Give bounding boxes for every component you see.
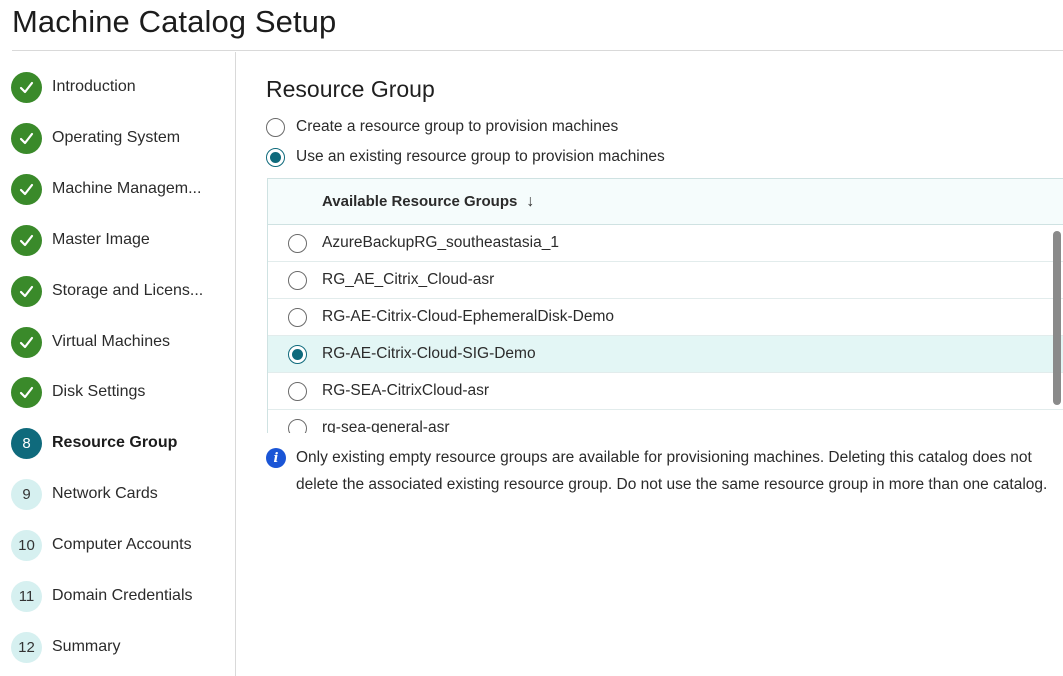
wizard-step-label: Domain Credentials [52,587,193,604]
checkmark-icon [11,173,42,205]
page-title: Machine Catalog Setup [12,4,337,39]
wizard-step-storage-and-licens[interactable]: Storage and Licens... [11,275,203,307]
wizard-step-label: Summary [52,638,121,655]
row-radio[interactable] [288,233,307,253]
table-header: Available Resource Groups ↓ [268,179,1063,225]
wizard-step-label: Introduction [52,78,136,95]
create-resource-group-label: Create a resource group to provision mac… [296,118,619,135]
table-row[interactable]: RG_AE_Citrix_Cloud-asr [268,262,1063,299]
wizard-step-label: Computer Accounts [52,536,192,553]
table-row[interactable]: RG-AE-Citrix-Cloud-SIG-Demo [268,336,1063,373]
wizard-step-network-cards[interactable]: 9 Network Cards [11,478,158,510]
table-row[interactable]: RG-AE-Citrix-Cloud-EphemeralDisk-Demo [268,299,1063,336]
step-number-badge: 9 [11,478,42,510]
wizard-step-computer-accounts[interactable]: 10 Computer Accounts [11,529,192,561]
wizard-step-resource-group[interactable]: 8 Resource Group [11,427,177,459]
wizard-step-machine-managem[interactable]: Machine Managem... [11,173,201,205]
wizard-step-label: Virtual Machines [52,333,170,350]
step-number-badge: 12 [11,631,42,663]
step-number-badge: 10 [11,529,42,561]
wizard-step-label: Network Cards [52,485,158,502]
checkmark-icon [11,326,42,358]
create-resource-group-radio[interactable] [266,117,285,137]
wizard-step-virtual-machines[interactable]: Virtual Machines [11,326,170,358]
table-row[interactable]: rg-sea-general-asr [268,410,1063,433]
resource-group-name: AzureBackupRG_southeastasia_1 [322,234,559,251]
info-icon: i [266,448,286,468]
resource-group-name: RG-SEA-CitrixCloud-asr [322,382,490,399]
wizard-step-label: Operating System [52,129,181,146]
row-radio[interactable] [288,307,307,327]
checkmark-icon [11,275,42,307]
table-row[interactable]: AzureBackupRG_southeastasia_1 [268,225,1063,262]
create-resource-group-option[interactable]: Create a resource group to provision mac… [266,116,618,138]
step-number-badge: 8 [11,427,42,459]
row-radio[interactable] [288,270,307,290]
row-radio[interactable] [288,418,307,433]
wizard-step-summary[interactable]: 12 Summary [11,631,120,663]
checkmark-icon [11,224,42,256]
row-radio[interactable] [288,381,307,401]
section-title: Resource Group [266,76,435,102]
sidebar-divider [235,52,236,676]
info-message: Only existing empty resource groups are … [296,449,1048,493]
use-existing-resource-group-label: Use an existing resource group to provis… [296,148,665,165]
table-row[interactable]: RG-SEA-CitrixCloud-asr [268,373,1063,410]
row-radio[interactable] [288,344,307,364]
step-number-badge: 11 [11,580,42,612]
wizard-step-operating-system[interactable]: Operating System [11,122,180,154]
resource-group-name: RG-AE-Citrix-Cloud-SIG-Demo [322,345,536,362]
title-divider [12,50,1063,51]
use-existing-resource-group-option[interactable]: Use an existing resource group to provis… [266,146,665,168]
checkmark-icon [11,122,42,154]
table-scrollbar[interactable] [1053,231,1061,405]
column-header-available-resource-groups[interactable]: Available Resource Groups [322,193,517,210]
wizard-step-label: Storage and Licens... [52,282,204,299]
checkmark-icon [11,376,42,408]
resource-group-name: rg-sea-general-asr [322,419,450,433]
wizard-step-master-image[interactable]: Master Image [11,224,150,256]
wizard-step-label: Master Image [52,231,150,248]
resource-group-name: RG-AE-Citrix-Cloud-EphemeralDisk-Demo [322,308,614,325]
wizard-step-label: Disk Settings [52,383,146,400]
wizard-step-domain-credentials[interactable]: 11 Domain Credentials [11,580,193,612]
resource-group-name: RG_AE_Citrix_Cloud-asr [322,271,495,288]
resource-groups-table: Available Resource Groups ↓ AzureBackupR… [267,178,1063,433]
wizard-step-introduction[interactable]: Introduction [11,71,136,103]
checkmark-icon [11,71,42,103]
arrow-down-icon[interactable]: ↓ [526,193,534,211]
use-existing-resource-group-radio[interactable] [266,147,285,167]
wizard-step-label: Machine Managem... [52,180,202,197]
wizard-step-disk-settings[interactable]: Disk Settings [11,376,145,408]
wizard-step-label: Resource Group [52,434,178,451]
